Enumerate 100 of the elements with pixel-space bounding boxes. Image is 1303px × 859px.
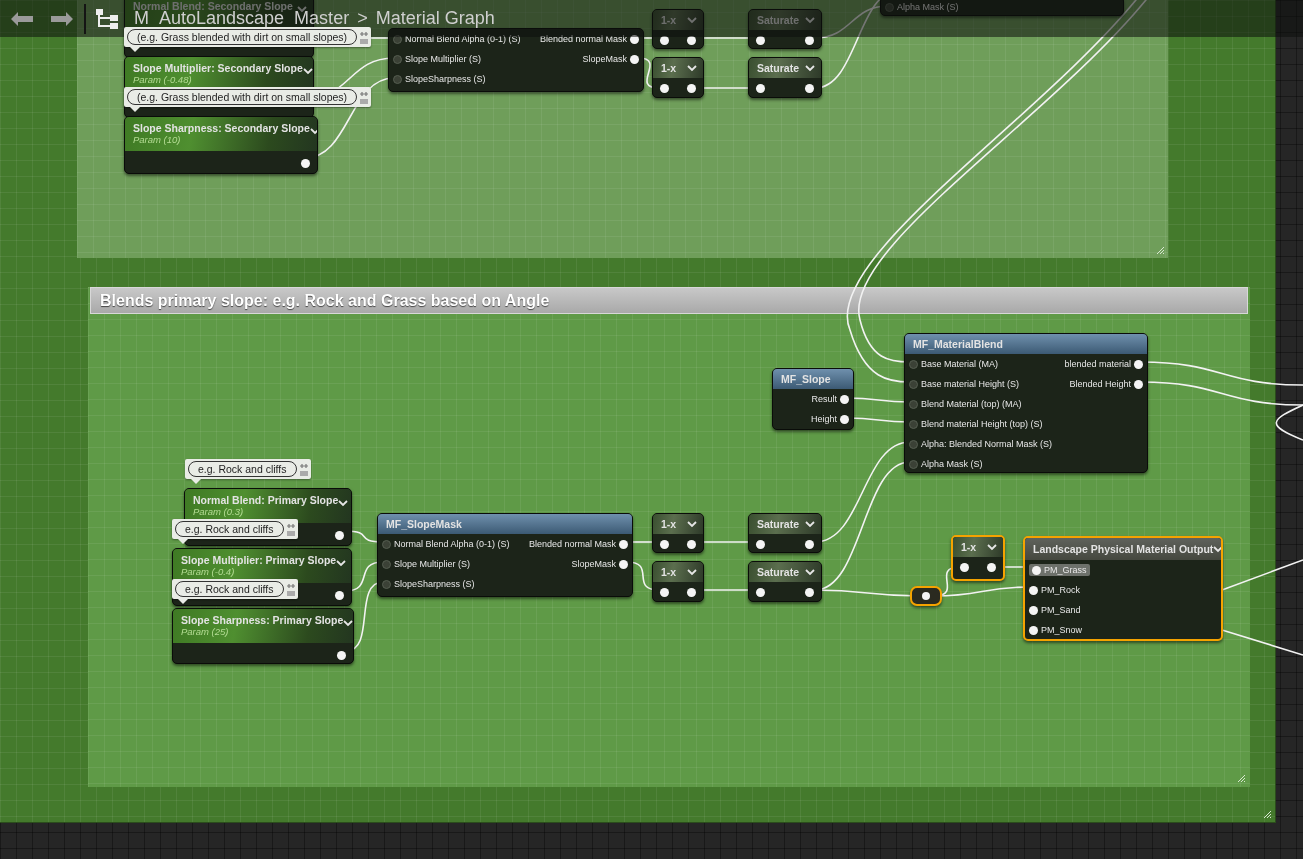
node-subtitle: Param (-0.4) [181,566,236,577]
output-pin[interactable] [840,394,849,404]
output-pin[interactable] [301,158,310,168]
output-pin[interactable] [630,34,639,44]
output-pin[interactable] [630,54,639,64]
input-pin[interactable]: PM_Sand [1029,605,1081,615]
resize-handle-icon[interactable] [1156,246,1165,255]
input-pin[interactable] [382,559,391,569]
math-node[interactable]: 1-x [951,535,1005,581]
node-title: MF_Slope [781,373,831,385]
input-pin[interactable] [756,539,765,549]
output-pin[interactable] [840,414,849,424]
output-pin[interactable] [335,530,344,540]
node-title: Slope Sharpness: Secondary Slope [133,122,310,134]
node-title: 1-x [661,14,677,26]
input-pin[interactable] [382,539,391,549]
output-pin[interactable] [805,539,814,549]
input-pin[interactable] [393,74,402,84]
function-node[interactable]: MF_SlopeMask Normal Blend Alpha (0-1) (S) Blended normal Mask Slope Multiplier (S) SlopeMask SlopeSharpness (S) [377,513,633,597]
chevron-icon[interactable] [687,520,697,528]
pin-icon[interactable] [360,30,369,37]
input-pin[interactable] [909,419,918,429]
input-pin[interactable] [960,562,969,572]
output-pin[interactable] [687,539,696,549]
input-pin[interactable] [909,459,918,469]
output-pin[interactable] [1134,359,1143,369]
input-pin[interactable] [660,35,669,45]
math-node[interactable]: 1-x [652,57,704,98]
input-pin[interactable]: PM_Rock [1029,585,1080,595]
graph-icon [96,8,118,29]
pin-label: Base Material (MA) [921,359,999,369]
input-pin[interactable] [909,399,918,409]
output-node[interactable]: Landscape Physical Material Output PM_Grass PM_Rock PM_Sand PM_Snow [1023,536,1223,641]
pin-icon[interactable] [286,582,295,589]
chevron-icon[interactable] [309,128,317,135]
output-pin[interactable] [987,562,996,572]
input-pin[interactable] [393,54,402,64]
pin-label: Alpha: Blended Normal Mask (S) [921,439,1053,449]
input-pin[interactable]: PM_Snow [1029,625,1083,635]
back-button[interactable] [10,10,34,27]
output-pin[interactable] [619,539,628,549]
output-pin[interactable] [805,35,814,45]
function-node[interactable]: Alpha Mask (S) [880,0,1124,16]
input-pin[interactable] [660,539,669,549]
math-node[interactable]: Saturate [748,561,822,602]
parameter-node[interactable]: Slope Sharpness: Secondary Slope Param (10) [124,116,318,174]
chevron-icon[interactable] [302,68,313,75]
node-title: Saturate [757,62,799,74]
chevron-icon[interactable] [987,543,997,551]
output-pin[interactable] [687,83,696,93]
forward-button[interactable] [50,10,74,27]
node-subtitle: Param (10) [133,134,182,145]
pin-icon[interactable] [299,462,308,469]
function-node[interactable]: MF_Slope Result Height [772,368,854,430]
chevron-icon[interactable] [338,500,349,507]
pin-icon[interactable] [360,90,369,97]
input-pin[interactable] [756,35,765,45]
function-node[interactable]: Normal Blend Alpha (0-1) (S) Blended normal Mask Slope Multiplier (S) SlopeMask SlopeSharpness (S) [388,28,644,92]
pin-label: Alpha Mask (S) [921,459,983,469]
input-pin[interactable] [393,34,402,44]
resize-handle-icon[interactable] [1237,774,1246,783]
input-pin[interactable] [756,587,765,597]
output-pin[interactable] [805,587,814,597]
pin-label: Base material Height (S) [921,379,1020,389]
chevron-icon[interactable] [805,64,815,72]
math-node[interactable]: Saturate [748,513,822,553]
chevron-icon[interactable] [336,560,347,567]
input-pin[interactable] [382,579,391,589]
breadcrumb-separator: > [357,8,368,29]
parameter-node[interactable]: Slope Sharpness: Primary Slope Param (25) [172,608,354,664]
chevron-icon[interactable] [1213,545,1221,553]
pin-label: Normal Blend Alpha (0-1) (S) [405,34,521,44]
input-pin[interactable] [660,83,669,93]
input-pin[interactable] [909,439,918,449]
reroute-node[interactable] [910,586,942,606]
chevron-icon[interactable] [687,64,697,72]
math-node[interactable]: 1-x [652,561,704,602]
input-pin[interactable]: PM_Grass [1029,564,1090,576]
chevron-icon[interactable] [805,568,815,576]
output-pin[interactable] [805,83,814,93]
output-pin[interactable] [1134,379,1143,389]
output-pin[interactable] [687,587,696,597]
input-pin[interactable] [909,379,918,389]
math-node[interactable]: Saturate [748,57,822,98]
resize-handle-icon[interactable] [1263,810,1272,819]
output-pin[interactable] [337,650,346,660]
output-pin[interactable] [335,590,344,600]
math-node[interactable]: 1-x [652,513,704,553]
output-pin[interactable] [687,35,696,45]
input-pin[interactable] [660,587,669,597]
input-pin[interactable] [756,83,765,93]
arrow-left-icon [10,10,34,27]
chevron-icon[interactable] [687,568,697,576]
output-pin[interactable] [619,559,628,569]
function-node[interactable]: MF_MaterialBlend Base Material (MA) blended material Base material Height (S) Blended Height Blend Material (top) (MA) Blend material Height (top) (S) Alpha: Blended Normal Mask (S) Alpha Mask (S) [904,333,1148,473]
chevron-icon[interactable] [805,520,815,528]
pin-icon[interactable] [286,522,295,529]
input-pin[interactable] [909,359,918,369]
chevron-icon[interactable] [343,620,353,627]
node-subtitle: Param (0.3) [193,506,245,517]
